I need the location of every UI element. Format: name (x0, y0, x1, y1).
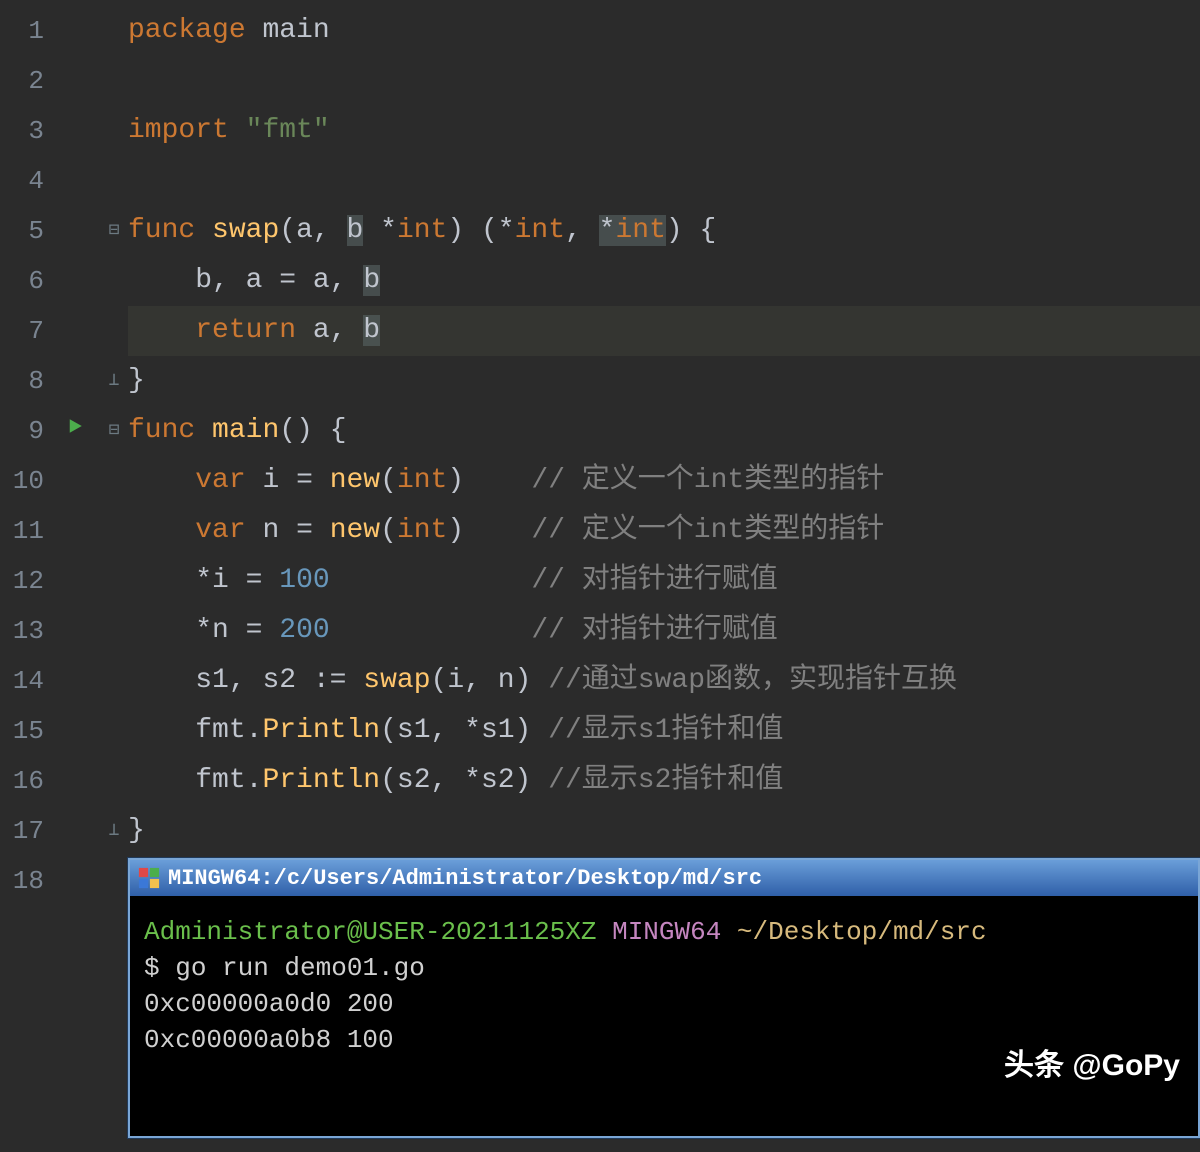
gutter-cell (50, 556, 100, 606)
line-number: 3 (0, 106, 50, 156)
gutter-cell (50, 256, 100, 306)
run-gutter (50, 0, 100, 906)
gutter-cell (50, 156, 100, 206)
run-icon[interactable] (50, 406, 100, 456)
fold-cell (100, 156, 128, 206)
gutter-cell (50, 306, 100, 356)
code-line[interactable]: } (128, 356, 1200, 406)
terminal-title: MINGW64:/c/Users/Administrator/Desktop/m… (168, 866, 762, 891)
gutter-cell (50, 56, 100, 106)
fold-end-icon: ⊥ (100, 356, 128, 406)
line-number-gutter: 123456789101112131415161718 (0, 0, 50, 906)
terminal-titlebar[interactable]: MINGW64:/c/Users/Administrator/Desktop/m… (130, 860, 1198, 896)
line-number: 1 (0, 6, 50, 56)
line-number: 10 (0, 456, 50, 506)
fold-cell (100, 456, 128, 506)
gutter-cell (50, 806, 100, 856)
code-line[interactable]: return a, b (128, 306, 1200, 356)
gutter-cell (50, 356, 100, 406)
fold-gutter: ⊟⊥⊟⊥ (100, 0, 128, 906)
gutter-cell (50, 456, 100, 506)
gutter-cell (50, 606, 100, 656)
terminal-window[interactable]: MINGW64:/c/Users/Administrator/Desktop/m… (128, 858, 1200, 1138)
code-line[interactable]: var n = new(int) // 定义一个int类型的指针 (128, 506, 1200, 556)
code-area[interactable]: package main import "fmt" func swap(a, b *… (128, 0, 1200, 906)
line-number: 16 (0, 756, 50, 806)
line-number: 11 (0, 506, 50, 556)
terminal-app-icon (138, 867, 160, 889)
gutter-cell (50, 656, 100, 706)
code-line[interactable]: *n = 200 // 对指针进行赋值 (128, 606, 1200, 656)
line-number: 13 (0, 606, 50, 656)
gutter-cell (50, 756, 100, 806)
fold-cell (100, 556, 128, 606)
line-number: 12 (0, 556, 50, 606)
terminal-output-line: 0xc00000a0d0 200 (144, 986, 1184, 1022)
fold-open-icon[interactable]: ⊟ (100, 406, 128, 456)
line-number: 5 (0, 206, 50, 256)
fold-cell (100, 656, 128, 706)
line-number: 7 (0, 306, 50, 356)
line-number: 18 (0, 856, 50, 906)
code-line[interactable]: func swap(a, b *int) (*int, *int) { (128, 206, 1200, 256)
code-line[interactable]: } (128, 806, 1200, 856)
line-number: 2 (0, 56, 50, 106)
gutter-cell (50, 706, 100, 756)
gutter-cell (50, 506, 100, 556)
fold-end-icon: ⊥ (100, 806, 128, 856)
terminal-env: MINGW64 (612, 917, 721, 947)
terminal-command-line: $ go run demo01.go (144, 950, 1184, 986)
code-line[interactable]: *i = 100 // 对指针进行赋值 (128, 556, 1200, 606)
code-line[interactable]: func main() { (128, 406, 1200, 456)
fold-cell (100, 706, 128, 756)
terminal-command: go run demo01.go (175, 953, 425, 983)
line-number: 4 (0, 156, 50, 206)
fold-cell (100, 256, 128, 306)
line-number: 8 (0, 356, 50, 406)
line-number: 14 (0, 656, 50, 706)
code-line[interactable] (128, 156, 1200, 206)
line-number: 17 (0, 806, 50, 856)
code-line[interactable]: import "fmt" (128, 106, 1200, 156)
terminal-prompt-line: Administrator@USER-20211125XZ MINGW64 ~/… (144, 914, 1184, 950)
gutter-cell (50, 856, 100, 906)
gutter-cell (50, 106, 100, 156)
fold-cell (100, 756, 128, 806)
line-number: 6 (0, 256, 50, 306)
code-line[interactable]: b, a = a, b (128, 256, 1200, 306)
code-line[interactable]: fmt.Println(s1, *s1) //显示s1指针和值 (128, 706, 1200, 756)
gutter-cell (50, 206, 100, 256)
fold-cell (100, 856, 128, 906)
fold-open-icon[interactable]: ⊟ (100, 206, 128, 256)
code-editor[interactable]: 123456789101112131415161718 ⊟⊥⊟⊥ package… (0, 0, 1200, 906)
line-number: 15 (0, 706, 50, 756)
terminal-user: Administrator@USER-20211125XZ (144, 917, 596, 947)
fold-cell (100, 56, 128, 106)
terminal-path: ~/Desktop/md/src (737, 917, 987, 947)
code-line[interactable]: package main (128, 6, 1200, 56)
fold-cell (100, 106, 128, 156)
code-line[interactable]: fmt.Println(s2, *s2) //显示s2指针和值 (128, 756, 1200, 806)
fold-cell (100, 6, 128, 56)
watermark-text: 头条 @GoPy (1004, 1040, 1180, 1084)
line-number: 9 (0, 406, 50, 456)
fold-cell (100, 606, 128, 656)
code-line[interactable] (128, 56, 1200, 106)
fold-cell (100, 506, 128, 556)
terminal-prompt-symbol: $ (144, 953, 175, 983)
code-line[interactable]: s1, s2 := swap(i, n) //通过swap函数，实现指针互换 (128, 656, 1200, 706)
fold-cell (100, 306, 128, 356)
code-line[interactable]: var i = new(int) // 定义一个int类型的指针 (128, 456, 1200, 506)
gutter-cell (50, 6, 100, 56)
